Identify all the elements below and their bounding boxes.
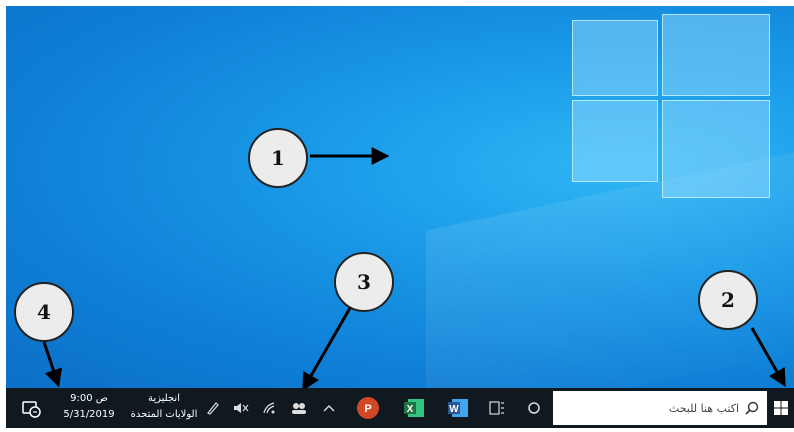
powerpoint-app[interactable]: P: [350, 388, 386, 428]
clock-time: 9:00 ص: [70, 393, 108, 404]
language-indicator[interactable]: انجليزية الولايات المتحدة: [126, 391, 202, 425]
task-view-button[interactable]: [482, 388, 512, 428]
excel-app[interactable]: X: [396, 388, 432, 428]
cortana-button[interactable]: [520, 388, 548, 428]
svg-text:W: W: [449, 404, 459, 415]
powerpoint-icon: P: [357, 397, 379, 419]
start-button[interactable]: [768, 388, 794, 428]
notification-icon: [22, 401, 41, 418]
language-line-2: الولايات المتحدة: [130, 409, 198, 420]
windows-start-icon: [774, 401, 788, 415]
volume-mute-icon[interactable]: [232, 388, 250, 428]
windows-logo: [562, 6, 772, 206]
people-icon[interactable]: [288, 388, 310, 428]
word-icon: W: [448, 399, 468, 417]
word-app[interactable]: W: [440, 388, 476, 428]
search-input[interactable]: [569, 401, 739, 415]
svg-text:P: P: [364, 403, 371, 415]
clock[interactable]: 9:00 ص 5/31/2019: [56, 391, 122, 425]
callout-1: 1: [248, 128, 308, 188]
desktop-background[interactable]: [6, 6, 794, 388]
action-center-button[interactable]: [16, 388, 46, 428]
chevron-up-icon[interactable]: [318, 388, 340, 428]
cortana-icon: [528, 402, 540, 414]
callout-4: 4: [14, 282, 74, 342]
callout-3: 3: [334, 252, 394, 312]
task-view-icon: [489, 401, 504, 415]
clock-date: 5/31/2019: [63, 409, 115, 420]
network-icon[interactable]: [260, 388, 278, 428]
language-line-1: انجليزية: [147, 393, 180, 404]
excel-icon: X: [404, 399, 424, 417]
svg-text:X: X: [407, 404, 414, 415]
taskbar: 9:00 ص 5/31/2019 انجليزية الولايات المتح…: [6, 388, 794, 428]
search-icon: [745, 401, 759, 415]
search-box[interactable]: [553, 391, 767, 425]
callout-2: 2: [698, 270, 758, 330]
pen-icon[interactable]: [204, 388, 222, 428]
